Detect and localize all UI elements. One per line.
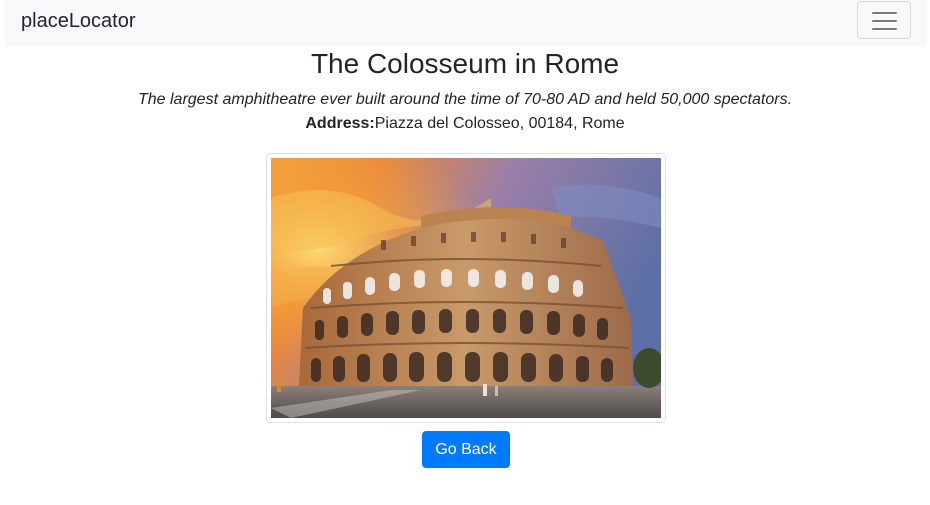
navbar: placeLocator	[5, 0, 927, 47]
place-description: The largest amphitheatre ever built arou…	[137, 91, 793, 108]
navbar-brand[interactable]: placeLocator	[21, 9, 136, 33]
place-image-thumbnail	[266, 153, 666, 423]
hamburger-menu-icon	[872, 12, 897, 30]
navbar-toggler-button[interactable]	[857, 1, 911, 39]
page-title: The Colosseum in Rome	[310, 48, 620, 79]
address-label: Address:	[305, 115, 375, 132]
place-address: Address:Piazza del Colosseo, 00184, Rome	[0, 114, 930, 134]
go-back-button[interactable]: Go Back	[422, 431, 510, 468]
address-value: Piazza del Colosseo, 00184, Rome	[374, 115, 625, 132]
colosseum-image	[271, 158, 661, 418]
